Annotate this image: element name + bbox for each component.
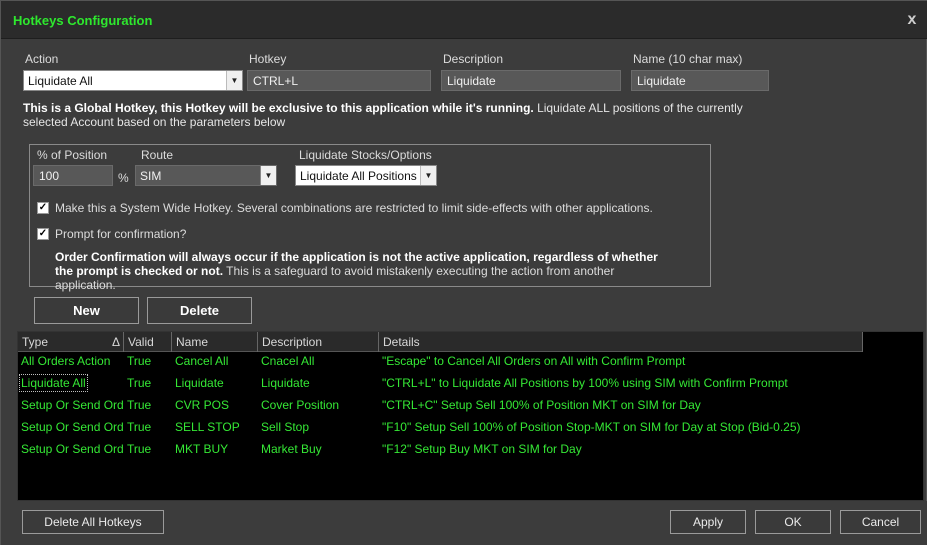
cell-type: All Orders Action [21, 354, 111, 368]
cell-details: "CTRL+C" Setup Sell 100% of Position MKT… [382, 398, 701, 412]
hotkey-field[interactable]: CTRL+L [247, 70, 431, 91]
column-header-type-label: Type [22, 335, 49, 349]
cell-details: "F10" Setup Sell 100% of Position Stop-M… [382, 420, 801, 434]
hotkeys-window: Hotkeys Configuration x Action Liquidate… [0, 0, 927, 545]
cell-description: Sell Stop [261, 420, 310, 434]
action-select-value: Liquidate All [28, 74, 93, 88]
delete-all-hotkeys-button[interactable]: Delete All Hotkeys [22, 510, 164, 534]
cell-name: SELL STOP [175, 420, 240, 434]
apply-button[interactable]: Apply [670, 510, 746, 534]
cell-valid: True [127, 354, 152, 368]
cancel-button[interactable]: Cancel [840, 510, 921, 534]
cell-details: "F12" Setup Buy MKT on SIM for Day [382, 442, 582, 456]
window-title: Hotkeys Configuration [13, 13, 153, 28]
system-wide-checkbox[interactable]: ✓ [37, 202, 49, 214]
global-hotkey-note: This is a Global Hotkey, this Hotkey wil… [23, 101, 743, 129]
prompt-checkbox[interactable]: ✓ [37, 228, 49, 240]
cell-description: Market Buy [261, 442, 322, 456]
chevron-down-icon[interactable]: ▼ [420, 166, 436, 185]
name-field[interactable]: Liquidate [631, 70, 769, 91]
cell-type: Liquidate All [18, 372, 124, 394]
description-label: Description [443, 52, 504, 66]
cell-valid: True [127, 442, 152, 456]
grid-header: Type Δ Valid Name Description Details [18, 332, 863, 352]
action-label: Action [25, 52, 59, 66]
focused-cell-text: Liquidate All [19, 374, 88, 392]
action-select[interactable]: Liquidate All ▼ [23, 70, 243, 91]
cell-valid: True [127, 376, 152, 390]
cell-description: Cover Position [261, 398, 340, 412]
confirmation-note: Order Confirmation will always occur if … [55, 250, 675, 292]
percent-field[interactable]: 100 [33, 165, 113, 186]
cell-type: Setup Or Send Ord [21, 442, 124, 456]
delete-button[interactable]: Delete [147, 297, 252, 324]
cell-details: "Escape" to Cancel All Orders on All wit… [382, 354, 686, 368]
route-label: Route [141, 148, 174, 162]
cell-name: Liquidate [175, 376, 224, 390]
percent-label: % of Position [37, 148, 108, 162]
hotkeys-grid: Type Δ Valid Name Description Details Al… [17, 331, 924, 501]
sort-ascending-icon: Δ [111, 335, 120, 349]
title-bar: Hotkeys Configuration x [1, 1, 927, 39]
global-hotkey-note-bold: This is a Global Hotkey, this Hotkey wil… [23, 101, 534, 115]
column-header-details[interactable]: Details [379, 332, 863, 352]
column-header-type[interactable]: Type Δ [18, 332, 124, 352]
cell-description: Cnacel All [261, 354, 315, 368]
liquidate-label: Liquidate Stocks/Options [299, 148, 432, 162]
chevron-down-icon[interactable]: ▼ [226, 71, 242, 90]
cell-name: CVR POS [175, 398, 230, 412]
cell-type: Setup Or Send Ord [21, 420, 124, 434]
table-row[interactable]: Setup Or Send Ord True CVR POS Cover Pos… [18, 394, 863, 416]
table-row[interactable]: Setup Or Send Ord True SELL STOP Sell St… [18, 416, 863, 438]
table-row[interactable]: All Orders Action True Cancel All Cnacel… [18, 350, 863, 372]
cell-name: Cancel All [175, 354, 229, 368]
cell-type: Setup Or Send Ord [21, 398, 124, 412]
liquidate-select[interactable]: Liquidate All Positions ▼ [295, 165, 437, 186]
column-header-valid[interactable]: Valid [124, 332, 172, 352]
ok-button[interactable]: OK [755, 510, 831, 534]
percent-unit: % [118, 171, 129, 185]
system-wide-label: Make this a System Wide Hotkey. Several … [55, 201, 653, 215]
cell-details: "CTRL+L" to Liquidate All Positions by 1… [382, 376, 788, 390]
name-label: Name (10 char max) [633, 52, 743, 66]
description-field[interactable]: Liquidate [441, 70, 621, 91]
route-select[interactable]: SIM ▼ [135, 165, 277, 186]
liquidate-select-value: Liquidate All Positions [300, 169, 417, 183]
new-button[interactable]: New [34, 297, 139, 324]
cell-valid: True [127, 420, 152, 434]
table-row[interactable]: Liquidate All True Liquidate Liquidate "… [18, 372, 863, 394]
close-icon[interactable]: x [902, 10, 922, 30]
route-select-value: SIM [140, 169, 162, 183]
cell-description: Liquidate [261, 376, 310, 390]
table-row[interactable]: Setup Or Send Ord True MKT BUY Market Bu… [18, 438, 863, 460]
prompt-label: Prompt for confirmation? [55, 227, 187, 241]
hotkey-label: Hotkey [249, 52, 287, 66]
cell-name: MKT BUY [175, 442, 229, 456]
cell-valid: True [127, 398, 152, 412]
column-header-name[interactable]: Name [172, 332, 258, 352]
column-header-description[interactable]: Description [258, 332, 379, 352]
chevron-down-icon[interactable]: ▼ [260, 166, 276, 185]
